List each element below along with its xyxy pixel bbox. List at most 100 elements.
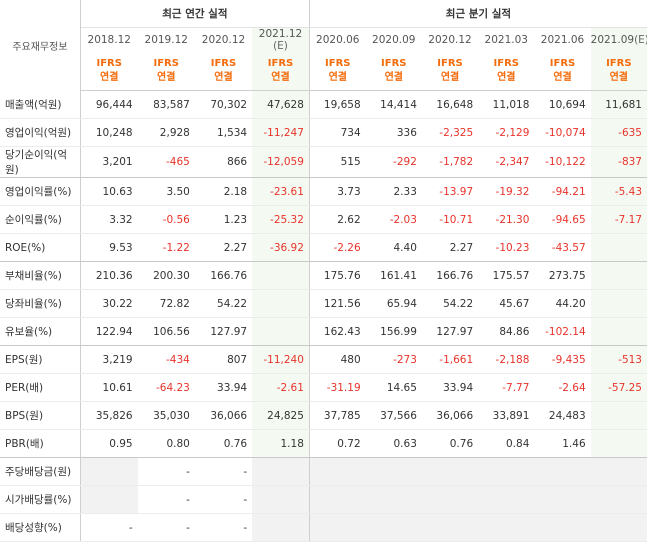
table-row: 매출액(억원) 96,444 83,587 70,302 47,628 19,658 14,… — [0, 90, 647, 119]
table-cell: -7.77 — [478, 373, 535, 402]
table-cell: 3.73 — [309, 177, 366, 206]
row-label: ROE(%) — [0, 233, 81, 262]
table-cell: -57.25 — [590, 373, 647, 402]
table-cell: -2.26 — [309, 233, 366, 262]
period-header-row: 2018.12 2019.12 2020.12 2021.12 (E) 2020.06 20… — [0, 27, 647, 52]
table-cell — [534, 457, 591, 486]
table-cell: 106.56 — [137, 317, 195, 346]
consolidated-label: 연결 — [609, 72, 629, 83]
table-cell: -1,782 — [421, 146, 479, 178]
table-cell: 24,825 — [252, 401, 310, 430]
table-cell — [309, 485, 366, 514]
table-cell: -11,247 — [252, 118, 310, 147]
ifrs-badge: IFRS 연결 — [80, 52, 138, 91]
table-cell: 210.36 — [80, 261, 138, 290]
row-label: 주당배당금(원) — [0, 457, 81, 486]
row-label: 유보율(%) — [0, 317, 81, 346]
table-cell: 2.62 — [309, 205, 366, 234]
table-cell: 161.41 — [365, 261, 422, 290]
table-cell: 166.76 — [421, 261, 479, 290]
table-cell: 2.33 — [365, 177, 422, 206]
table-cell: 11,681 — [590, 90, 647, 119]
table-cell: -25.32 — [252, 205, 310, 234]
table-row: 시가배당률(%) - - — [0, 485, 647, 514]
table-cell: -12,059 — [252, 146, 310, 178]
table-cell: 0.76 — [194, 429, 253, 458]
table-cell — [590, 429, 647, 458]
financial-summary-table: 주요재무정보 최근 연간 실적 최근 분기 실적 2018.12 2019.12 2… — [0, 0, 647, 542]
table-cell: 515 — [309, 146, 366, 178]
table-cell: 35,826 — [80, 401, 138, 430]
period-label: 2020.12 — [201, 34, 246, 46]
table-cell: -434 — [137, 345, 195, 374]
period-label: 2020.06 — [316, 34, 360, 46]
period-header: 2020.09 — [365, 27, 422, 52]
estimate-marker: (E) — [634, 34, 647, 46]
table-cell — [252, 289, 310, 318]
table-cell: 10.61 — [80, 373, 138, 402]
consolidated-label: 연결 — [440, 72, 460, 83]
table-cell: -10.23 — [478, 233, 535, 262]
table-cell: 35,030 — [137, 401, 195, 430]
table-cell: 72.82 — [137, 289, 195, 318]
table-cell: 33,891 — [478, 401, 535, 430]
table-cell: 54.22 — [421, 289, 479, 318]
table-cell: 36,066 — [421, 401, 479, 430]
ifrs-badge: IFRS 연결 — [252, 52, 310, 91]
consolidated-label: 연결 — [100, 72, 119, 83]
table-cell: 273.75 — [534, 261, 591, 290]
table-cell: 122.94 — [80, 317, 138, 346]
consolidated-label: 연결 — [553, 72, 572, 83]
table-row: PER(배) 10.61 -64.23 33.94 -2.61 -31.19 14.65 33… — [0, 373, 647, 402]
period-label: 2021.03 — [484, 34, 528, 46]
row-label: 당좌비율(%) — [0, 289, 81, 318]
table-cell: 37,566 — [365, 401, 422, 430]
row-label: 영업이익(억원) — [0, 118, 81, 147]
table-cell: 480 — [309, 345, 366, 374]
consolidated-label: 연결 — [271, 72, 290, 83]
table-cell: 16,648 — [421, 90, 479, 119]
table-cell: 44.20 — [534, 289, 591, 318]
row-label: 순이익률(%) — [0, 205, 81, 234]
consolidated-label: 연결 — [328, 72, 347, 83]
ifrs-header-row: IFRS 연결 IFRS 연결 IFRS 연결 IFRS 연결 IFRS 연결 IFRS 연결 IFRS… — [0, 52, 647, 91]
table-row: ROE(%) 9.53 -1.22 2.27 -36.92 -2.26 4.40 2.27 -1… — [0, 233, 647, 262]
table-cell: -2.64 — [534, 373, 591, 402]
table-cell: -94.65 — [534, 205, 591, 234]
row-label: 영업이익률(%) — [0, 177, 81, 206]
ifrs-badge: IFRS 연결 — [478, 52, 535, 91]
table-cell: 734 — [309, 118, 366, 147]
table-cell: 30.22 — [80, 289, 138, 318]
table-cell: -2,347 — [478, 146, 535, 178]
table-cell: 33.94 — [194, 373, 253, 402]
table-cell: 166.76 — [194, 261, 253, 290]
table-row: 영업이익률(%) 10.63 3.50 2.18 -23.61 3.73 2.33 -13.9… — [0, 177, 647, 206]
consolidated-label: 연결 — [384, 72, 403, 83]
table-cell — [478, 485, 535, 514]
period-header: 2019.12 — [137, 27, 195, 52]
consolidated-label: 연결 — [497, 72, 516, 83]
table-cell — [365, 457, 422, 486]
table-cell — [80, 457, 138, 486]
row-label: PER(배) — [0, 373, 81, 402]
table-cell: 0.76 — [421, 429, 479, 458]
period-header: 2020.12 — [194, 27, 253, 52]
table-cell — [252, 317, 310, 346]
ifrs-label: IFRS — [437, 58, 463, 69]
table-cell: 0.72 — [309, 429, 366, 458]
table-cell: -2,129 — [478, 118, 535, 147]
table-cell: -273 — [365, 345, 422, 374]
table-cell: 14,414 — [365, 90, 422, 119]
table-cell: 54.22 — [194, 289, 253, 318]
ifrs-badge: IFRS 연결 — [590, 52, 647, 91]
corner-label: 주요재무정보 — [0, 0, 81, 91]
table-row: BPS(원) 35,826 35,030 36,066 24,825 37,785 37,5… — [0, 401, 647, 430]
ifrs-label: IFRS — [153, 58, 179, 69]
table-cell — [365, 485, 422, 514]
table-cell: - — [194, 513, 253, 542]
table-cell: 866 — [194, 146, 253, 178]
ifrs-badge: IFRS 연결 — [534, 52, 591, 91]
row-label: 시가배당률(%) — [0, 485, 81, 514]
table-cell: 1.46 — [534, 429, 591, 458]
table-cell: 70,302 — [194, 90, 253, 119]
